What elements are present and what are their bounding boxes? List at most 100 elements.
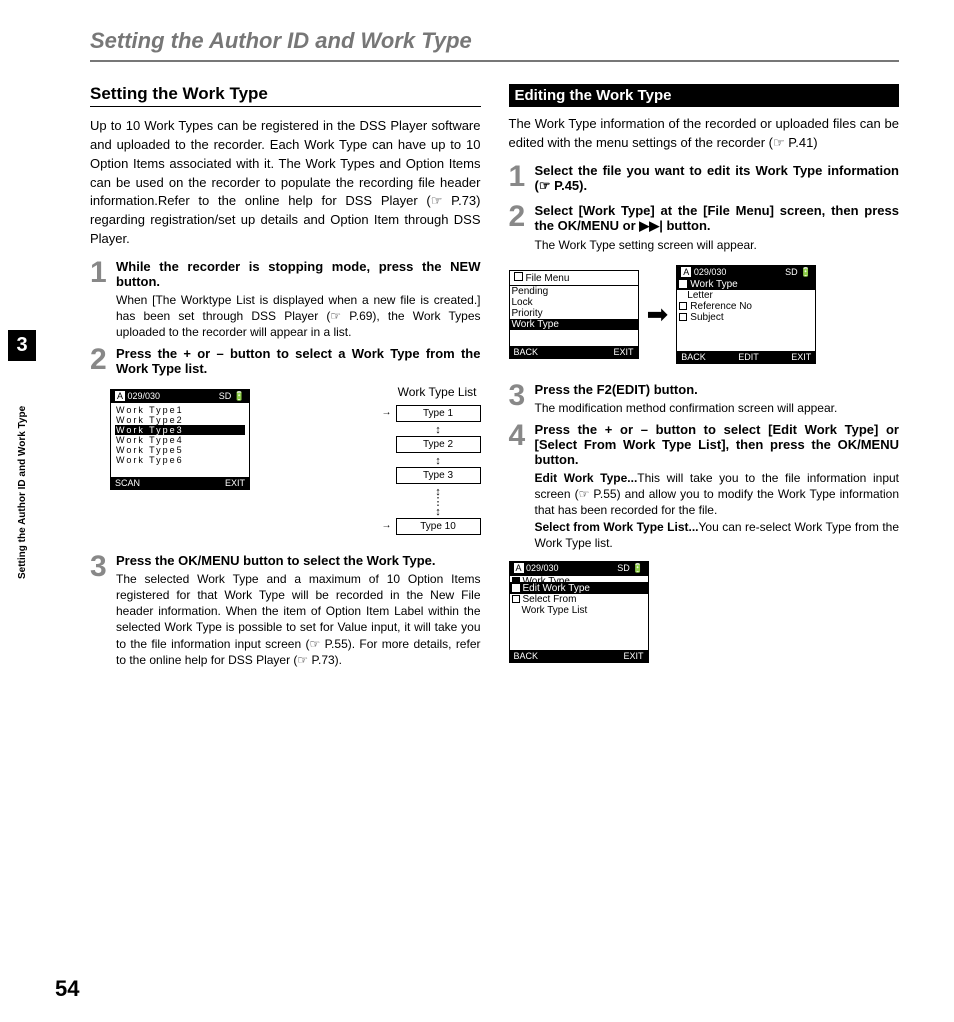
lcd-foot-left: BACK: [681, 352, 706, 362]
chapter-number: 3: [8, 330, 36, 361]
lcd-row-selected: Work Type: [690, 279, 737, 290]
lcd-foot-right: EXIT: [791, 352, 811, 362]
t: Press the: [116, 346, 183, 361]
step-number: 1: [509, 163, 529, 197]
t: Press the: [535, 382, 597, 397]
lcd-row: Work Type List: [510, 605, 648, 616]
lcd-foot-left: BACK: [514, 347, 539, 357]
lcd-row: Work Type1: [115, 405, 245, 415]
step-number: 3: [90, 553, 110, 668]
page-title: Setting the Author ID and Work Type: [90, 28, 899, 54]
left-step-1: 1 While the recorder is stopping mode, p…: [90, 259, 481, 341]
lcd-clipped-row: Work Type: [523, 576, 570, 583]
btn-label-okmenu: OK/MENU: [558, 218, 619, 233]
t: or: [612, 422, 640, 437]
btn-label-f2edit: F2(EDIT): [597, 382, 650, 397]
lcd-foot-right: EXIT: [225, 478, 245, 488]
lcd-row: Priority: [510, 308, 638, 319]
step-number: 4: [509, 422, 529, 551]
lcd-row: Select From: [523, 594, 577, 605]
minus-icon: –: [216, 346, 223, 361]
lcd-row: Subject: [690, 312, 723, 323]
plus-icon: +: [183, 346, 191, 361]
lcd-menu-title: File Menu: [526, 273, 570, 284]
lcd-row: Work Type5: [115, 445, 245, 455]
t: or ▶▶| button.: [619, 218, 711, 233]
type-list-diagram: Work Type List → Type 1 ↕ Type 2 ↕ Type …: [396, 385, 481, 538]
lcd-edit-options: A 029/030 SD 🔋 Work Type Edit Work Type …: [509, 561, 649, 663]
type-cell: Type 2: [396, 436, 481, 453]
step-number: 1: [90, 259, 110, 341]
right-step-3: 3 Press the F2(EDIT) button. The modific…: [509, 382, 900, 416]
lcd-row: Work Type6: [115, 455, 245, 465]
lcd-folder: A: [514, 563, 524, 573]
lcd-counter: 029/030: [694, 267, 727, 277]
chapter-tab: 3 Setting the Author ID and Work Type: [8, 330, 36, 617]
sd-icon: SD: [219, 391, 232, 401]
t: Press the: [535, 422, 605, 437]
lcd-foot-right: EXIT: [613, 347, 633, 357]
lcd-row: Lock: [510, 297, 638, 308]
lcd-file-menu: File Menu Pending Lock Priority Work Typ…: [509, 270, 639, 359]
right-heading: Editing the Work Type: [509, 84, 900, 107]
t: While the recorder is stopping mode, pre…: [116, 259, 450, 274]
type-cell: Type 3: [396, 467, 481, 484]
updown-icon: ↕⋮↕: [396, 488, 481, 518]
t: button.: [650, 382, 698, 397]
step-number: 2: [90, 346, 110, 379]
lcd-row-selected: Edit Work Type: [523, 583, 590, 594]
type-cell: Type 1: [396, 405, 481, 422]
step-text: The Work Type setting screen will appear…: [535, 237, 900, 253]
inline-bold: Select from Work Type List...: [535, 520, 699, 534]
lcd-foot-left: SCAN: [115, 478, 140, 488]
arrow-right-icon: →: [382, 407, 392, 418]
right-intro: The Work Type information of the recorde…: [509, 115, 900, 153]
lcd-counter: 029/030: [128, 391, 161, 401]
lcd-row: Reference No: [690, 301, 752, 312]
lcd-worktype-detail: A 029/030 SD 🔋 Work Type Letter Referenc…: [676, 265, 816, 364]
lcd-foot-mid: EDIT: [738, 352, 759, 362]
right-step-2: 2 Select [Work Type] at the [File Menu] …: [509, 203, 900, 253]
btn-label-new: NEW: [450, 259, 480, 274]
left-step-2: 2 Press the + or – button to select a Wo…: [90, 346, 481, 379]
t: button.: [116, 274, 160, 289]
type-list-caption: Work Type List: [396, 385, 481, 399]
left-heading: Setting the Work Type: [90, 84, 481, 107]
type-cell: Type 10: [396, 518, 481, 535]
step-number: 3: [509, 382, 529, 416]
page-number: 54: [55, 976, 79, 1002]
t: or: [191, 346, 216, 361]
lcd-row: Pending: [510, 286, 638, 297]
lcd-row-selected: Work Type: [510, 319, 638, 330]
sd-icon: SD: [785, 267, 798, 277]
lcd-row: Work Type4: [115, 435, 245, 445]
right-step-1: 1 Select the file you want to edit its W…: [509, 163, 900, 197]
step-text: The selected Work Type and a maximum of …: [116, 571, 481, 668]
right-step-4: 4 Press the + or – button to select [Edi…: [509, 422, 900, 551]
updown-icon: ↕: [396, 457, 481, 467]
lcd-row: Letter: [677, 290, 815, 301]
lcd-worktype-list: A 029/030 SD 🔋 Work Type1 Work Type2 Wor…: [110, 389, 250, 490]
btn-label-okmenu: OK/MENU: [178, 553, 239, 568]
t: Select the file you want to edit its Wor…: [535, 163, 900, 194]
lcd-foot-left: BACK: [514, 651, 539, 661]
btn-label-okmenu: OK/MENU: [838, 437, 899, 452]
inline-bold: Edit Work Type...: [535, 471, 638, 485]
lcd-row: Work Type2: [115, 415, 245, 425]
updown-icon: ↕: [396, 426, 481, 436]
lcd-counter: 029/030: [526, 563, 559, 573]
lcd-foot-right: EXIT: [623, 651, 643, 661]
right-column: Editing the Work Type The Work Type info…: [509, 84, 900, 674]
left-step-3: 3 Press the OK/MENU button to select the…: [90, 553, 481, 668]
arrow-right-icon: →: [382, 520, 392, 531]
step-text: When [The Worktype List is displayed whe…: [116, 292, 481, 341]
lcd-folder: A: [681, 267, 691, 277]
t: button.: [535, 452, 579, 467]
chapter-side-label: Setting the Author ID and Work Type: [17, 367, 28, 617]
left-column: Setting the Work Type Up to 10 Work Type…: [90, 84, 481, 674]
lcd-row-selected: Work Type3: [115, 425, 245, 435]
step-number: 2: [509, 203, 529, 253]
title-rule: [90, 60, 899, 62]
sd-icon: SD: [617, 563, 630, 573]
left-intro: Up to 10 Work Types can be registered in…: [90, 117, 481, 249]
